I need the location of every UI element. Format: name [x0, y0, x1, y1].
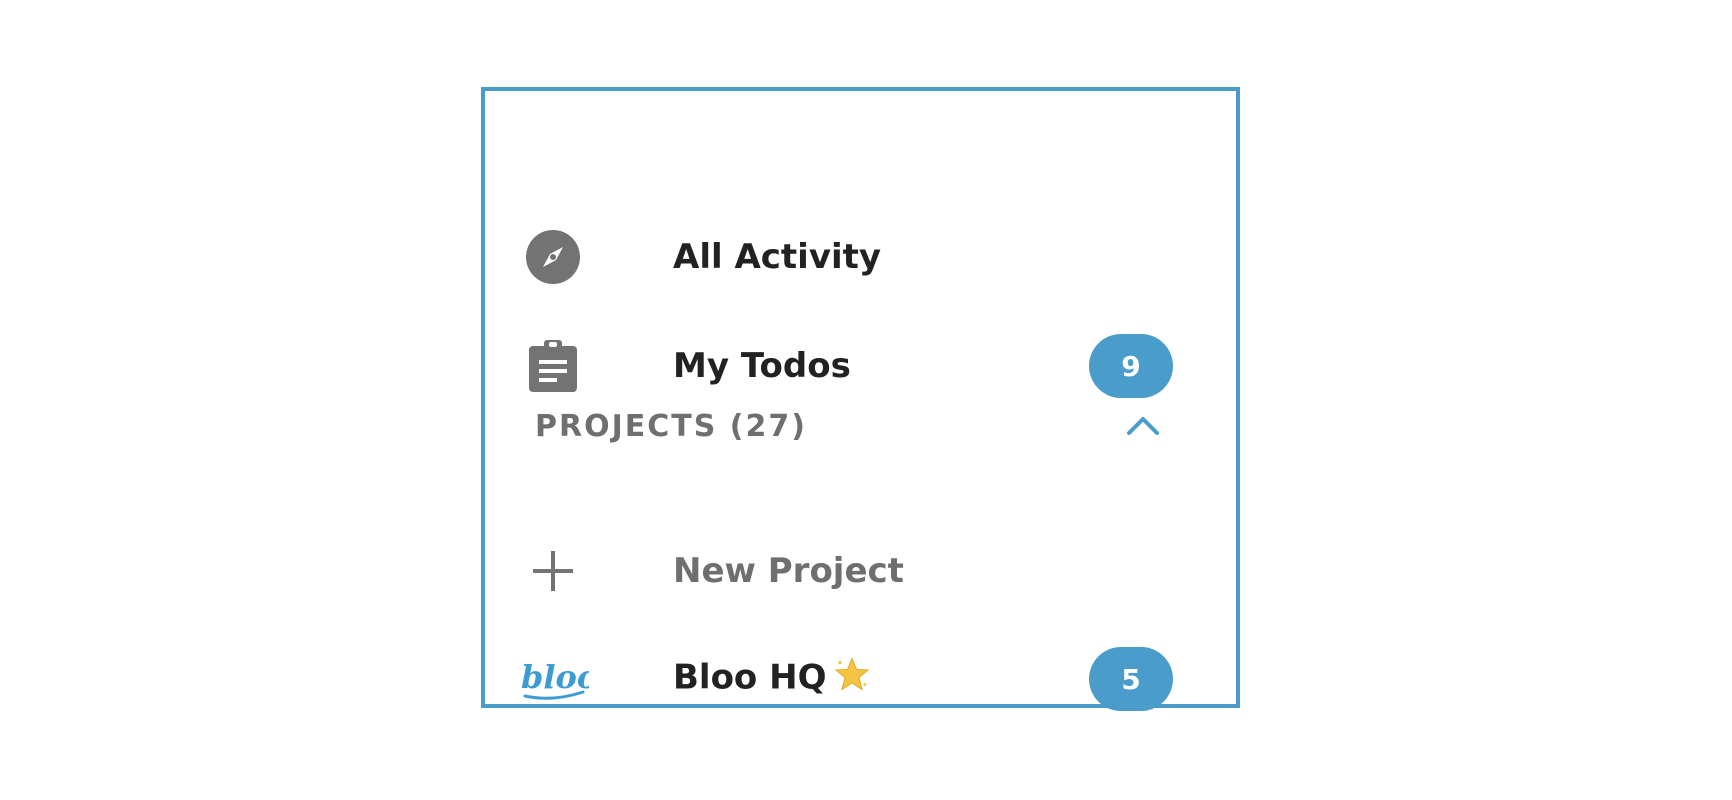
sidebar-item-label: All Activity: [673, 237, 882, 277]
chevron-up-icon[interactable]: [1121, 407, 1165, 443]
sidebar-item-label: My Todos: [673, 346, 851, 386]
clipboard-icon: [525, 338, 581, 394]
projects-section-header: PROJECTS (27): [535, 409, 807, 444]
sidebar-item-my-todos[interactable]: My Todos 9: [485, 331, 1236, 401]
new-project-label: New Project: [673, 551, 904, 591]
bloo-logo-text: bloo: [521, 658, 589, 696]
project-item-label: Bloo HQ: [673, 657, 870, 702]
plus-icon: [525, 543, 581, 599]
sidebar-panel: All Activity My Todos 9 PROJECTS (27) Ne…: [481, 87, 1240, 711]
project-name: Bloo HQ: [673, 657, 827, 698]
bloo-logo: bloo: [519, 651, 589, 707]
new-project-button[interactable]: New Project: [485, 536, 1236, 606]
project-item-bloo-hq[interactable]: bloo Bloo HQ 5: [485, 644, 1236, 714]
compass-icon: [525, 229, 581, 285]
project-count-badge: 5: [1089, 647, 1173, 711]
star-icon: [834, 657, 870, 702]
todo-count-badge: 9: [1089, 334, 1173, 398]
sidebar-item-all-activity[interactable]: All Activity: [485, 222, 1236, 292]
